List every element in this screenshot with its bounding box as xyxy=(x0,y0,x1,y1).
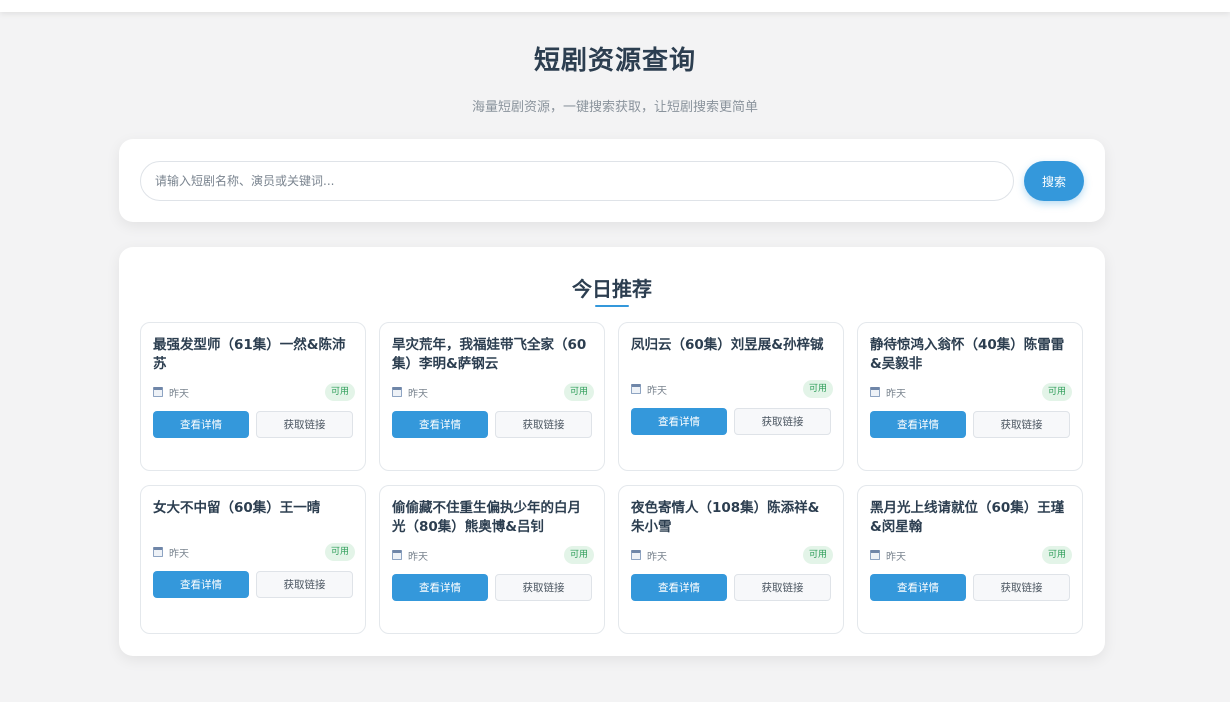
page-title: 短剧资源查询 xyxy=(533,46,696,76)
drama-date: 昨天 xyxy=(408,389,428,400)
drama-grid: 最强发型师（61集）一然&陈沛苏 昨天 可用 查看详情 获取链接 旱灾荒年，我福… xyxy=(140,322,1084,635)
drama-meta: 昨天 可用 xyxy=(870,383,1072,401)
search-card: 搜索 xyxy=(119,139,1105,222)
calendar-icon xyxy=(870,550,880,560)
get-link-button[interactable]: 获取链接 xyxy=(495,574,592,601)
top-bar xyxy=(0,0,1230,12)
drama-title: 凤归云（60集）刘昱展&孙梓铖 xyxy=(631,337,824,353)
get-link-button[interactable]: 获取链接 xyxy=(973,574,1070,601)
get-link-button[interactable]: 获取链接 xyxy=(734,408,831,435)
drama-meta: 昨天 可用 xyxy=(153,543,355,561)
view-detail-button[interactable]: 查看详情 xyxy=(153,571,249,598)
calendar-icon xyxy=(631,550,641,560)
view-detail-button[interactable]: 查看详情 xyxy=(870,574,966,601)
search-input[interactable] xyxy=(140,161,1014,201)
get-link-button[interactable]: 获取链接 xyxy=(256,411,353,438)
drama-meta: 昨天 可用 xyxy=(392,383,594,401)
drama-meta: 昨天 可用 xyxy=(153,383,355,401)
status-badge: 可用 xyxy=(802,380,833,398)
calendar-icon xyxy=(870,387,880,397)
drama-title: 静待惊鸿入翁怀（40集）陈雷雷&吴毅非 xyxy=(870,337,1065,372)
recommendation-panel: 今日推荐 最强发型师（61集）一然&陈沛苏 昨天 可用 查看详情 获取链接 旱灾… xyxy=(119,247,1105,656)
drama-title: 夜色寄情人（108集）陈添祥&朱小雪 xyxy=(631,500,820,535)
drama-meta: 昨天 可用 xyxy=(631,546,833,564)
calendar-icon xyxy=(631,384,641,394)
get-link-button[interactable]: 获取链接 xyxy=(495,411,592,438)
status-badge: 可用 xyxy=(1041,383,1072,401)
drama-card: 黑月光上线请就位（60集）王瑾&闵星翰 昨天 可用 查看详情 获取链接 xyxy=(857,485,1083,634)
view-detail-button[interactable]: 查看详情 xyxy=(392,574,488,601)
view-detail-button[interactable]: 查看详情 xyxy=(631,408,727,435)
calendar-icon xyxy=(153,547,163,557)
view-detail-button[interactable]: 查看详情 xyxy=(153,411,249,438)
drama-date: 昨天 xyxy=(647,386,667,397)
view-detail-button[interactable]: 查看详情 xyxy=(392,411,488,438)
drama-meta: 昨天 可用 xyxy=(631,380,833,398)
section-title: 今日推荐 xyxy=(572,277,652,301)
get-link-button[interactable]: 获取链接 xyxy=(734,574,831,601)
drama-meta: 昨天 可用 xyxy=(870,546,1072,564)
drama-card: 静待惊鸿入翁怀（40集）陈雷雷&吴毅非 昨天 可用 查看详情 获取链接 xyxy=(857,322,1083,471)
drama-meta: 昨天 可用 xyxy=(392,546,594,564)
status-badge: 可用 xyxy=(563,546,594,564)
status-badge: 可用 xyxy=(563,383,594,401)
drama-title: 旱灾荒年，我福娃带飞全家（60集）李明&萨钢云 xyxy=(392,337,587,372)
view-detail-button[interactable]: 查看详情 xyxy=(631,574,727,601)
drama-date: 昨天 xyxy=(169,389,189,400)
drama-card: 偷偷藏不住重生偏执少年的白月光（80集）熊奥博&吕钊 昨天 可用 查看详情 获取… xyxy=(379,485,605,634)
calendar-icon xyxy=(392,550,402,560)
drama-date: 昨天 xyxy=(169,549,189,560)
get-link-button[interactable]: 获取链接 xyxy=(973,411,1070,438)
status-badge: 可用 xyxy=(324,543,355,561)
calendar-icon xyxy=(392,387,402,397)
get-link-button[interactable]: 获取链接 xyxy=(256,571,353,598)
drama-date: 昨天 xyxy=(886,552,906,563)
drama-title: 偷偷藏不住重生偏执少年的白月光（80集）熊奥博&吕钊 xyxy=(392,500,581,535)
drama-card: 最强发型师（61集）一然&陈沛苏 昨天 可用 查看详情 获取链接 xyxy=(140,322,366,471)
search-button[interactable]: 搜索 xyxy=(1024,161,1084,201)
drama-title: 最强发型师（61集）一然&陈沛苏 xyxy=(153,337,346,372)
status-badge: 可用 xyxy=(1041,546,1072,564)
drama-date: 昨天 xyxy=(408,552,428,563)
drama-title: 黑月光上线请就位（60集）王瑾&闵星翰 xyxy=(870,500,1065,535)
status-badge: 可用 xyxy=(802,546,833,564)
calendar-icon xyxy=(153,387,163,397)
view-detail-button[interactable]: 查看详情 xyxy=(870,411,966,438)
drama-date: 昨天 xyxy=(886,389,906,400)
section-title-underline xyxy=(595,305,629,307)
drama-title: 女大不中留（60集）王一晴 xyxy=(153,500,321,516)
drama-card: 女大不中留（60集）王一晴 昨天 可用 查看详情 获取链接 xyxy=(140,485,366,634)
status-badge: 可用 xyxy=(324,383,355,401)
drama-date: 昨天 xyxy=(647,552,667,563)
page-subtitle: 海量短剧资源，一键搜索获取，让短剧搜索更简单 xyxy=(471,100,758,115)
drama-card: 凤归云（60集）刘昱展&孙梓铖 昨天 可用 查看详情 获取链接 xyxy=(618,322,844,471)
drama-card: 旱灾荒年，我福娃带飞全家（60集）李明&萨钢云 昨天 可用 查看详情 获取链接 xyxy=(379,322,605,471)
drama-card: 夜色寄情人（108集）陈添祥&朱小雪 昨天 可用 查看详情 获取链接 xyxy=(618,485,844,634)
